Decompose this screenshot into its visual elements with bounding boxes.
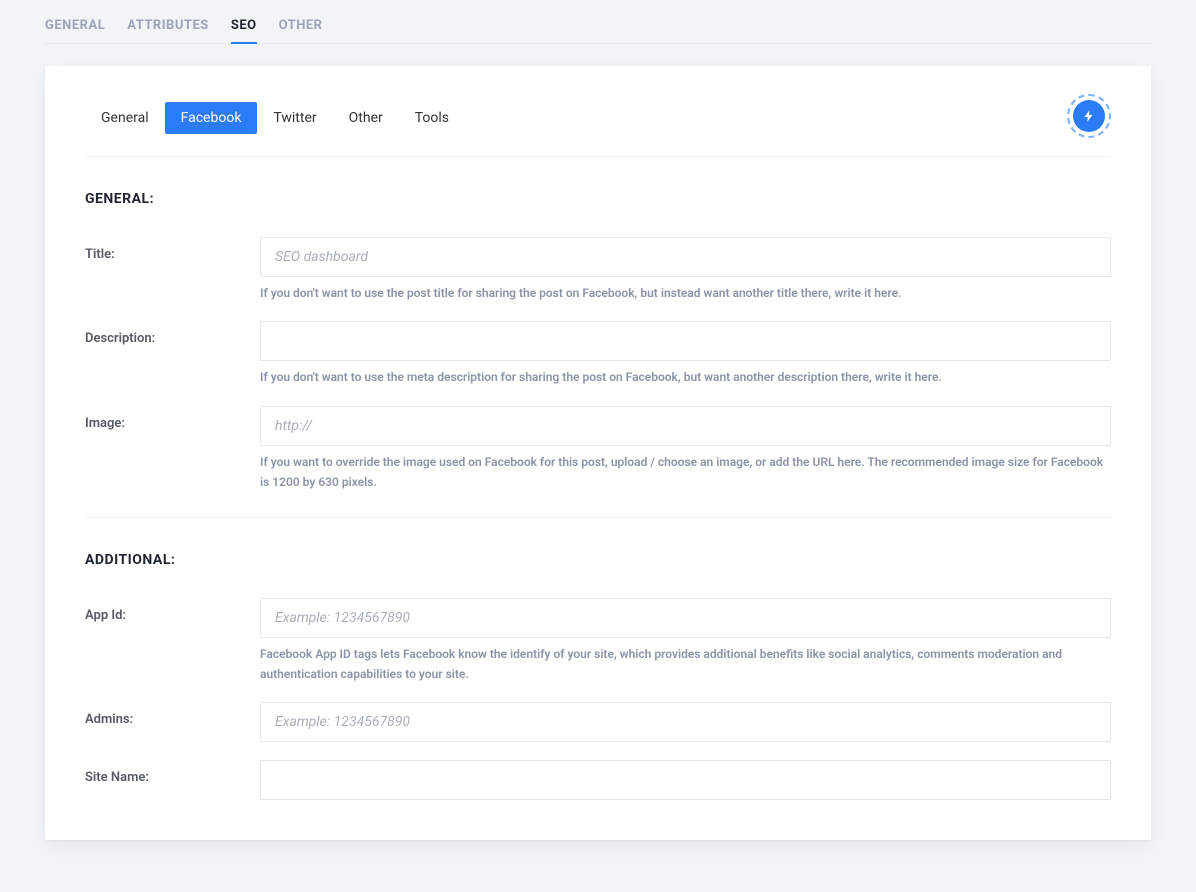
lightning-badge[interactable] (1067, 94, 1111, 138)
subtab-general[interactable]: General (85, 102, 165, 134)
top-tabs: GENERAL ATTRIBUTES SEO OTHER (45, 0, 1151, 44)
field-title-input[interactable] (260, 237, 1111, 277)
field-image-row: Image: If you want to override the image… (85, 388, 1111, 493)
field-description-input[interactable] (260, 321, 1111, 361)
field-description-label: Description: (85, 321, 260, 346)
field-image-help: If you want to override the image used o… (260, 446, 1111, 493)
tab-seo[interactable]: SEO (231, 18, 257, 43)
field-description-row: Description: If you don't want to use th… (85, 303, 1111, 387)
field-appid-help: Facebook App ID tags lets Facebook know … (260, 638, 1111, 685)
subtab-tools[interactable]: Tools (399, 102, 465, 134)
field-title-row: Title: If you don't want to use the post… (85, 219, 1111, 303)
tab-general[interactable]: GENERAL (45, 18, 105, 43)
field-sitename-input[interactable] (260, 760, 1111, 800)
field-sitename-label: Site Name: (85, 760, 260, 785)
field-admins-input[interactable] (260, 702, 1111, 742)
tab-other[interactable]: OTHER (279, 18, 323, 43)
seo-card: General Facebook Twitter Other Tools GEN… (45, 66, 1151, 840)
section-heading-additional: ADDITIONAL: (85, 518, 1111, 580)
field-appid-input[interactable] (260, 598, 1111, 638)
tab-attributes[interactable]: ATTRIBUTES (127, 18, 209, 43)
field-image-label: Image: (85, 406, 260, 431)
subtab-other[interactable]: Other (333, 102, 399, 134)
field-title-help: If you don't want to use the post title … (260, 277, 1111, 303)
section-heading-general: GENERAL: (85, 157, 1111, 219)
field-image-input[interactable] (260, 406, 1111, 446)
field-title-label: Title: (85, 237, 260, 262)
subtab-twitter[interactable]: Twitter (257, 102, 332, 134)
subtab-facebook[interactable]: Facebook (165, 102, 258, 134)
field-sitename-row: Site Name: (85, 742, 1111, 800)
field-description-help: If you don't want to use the meta descri… (260, 361, 1111, 387)
field-admins-row: Admins: (85, 684, 1111, 742)
lightning-icon (1073, 100, 1105, 132)
field-appid-row: App Id: Facebook App ID tags lets Facebo… (85, 580, 1111, 685)
sub-tabs: General Facebook Twitter Other Tools (85, 84, 1111, 157)
field-appid-label: App Id: (85, 598, 260, 623)
field-admins-label: Admins: (85, 702, 260, 727)
